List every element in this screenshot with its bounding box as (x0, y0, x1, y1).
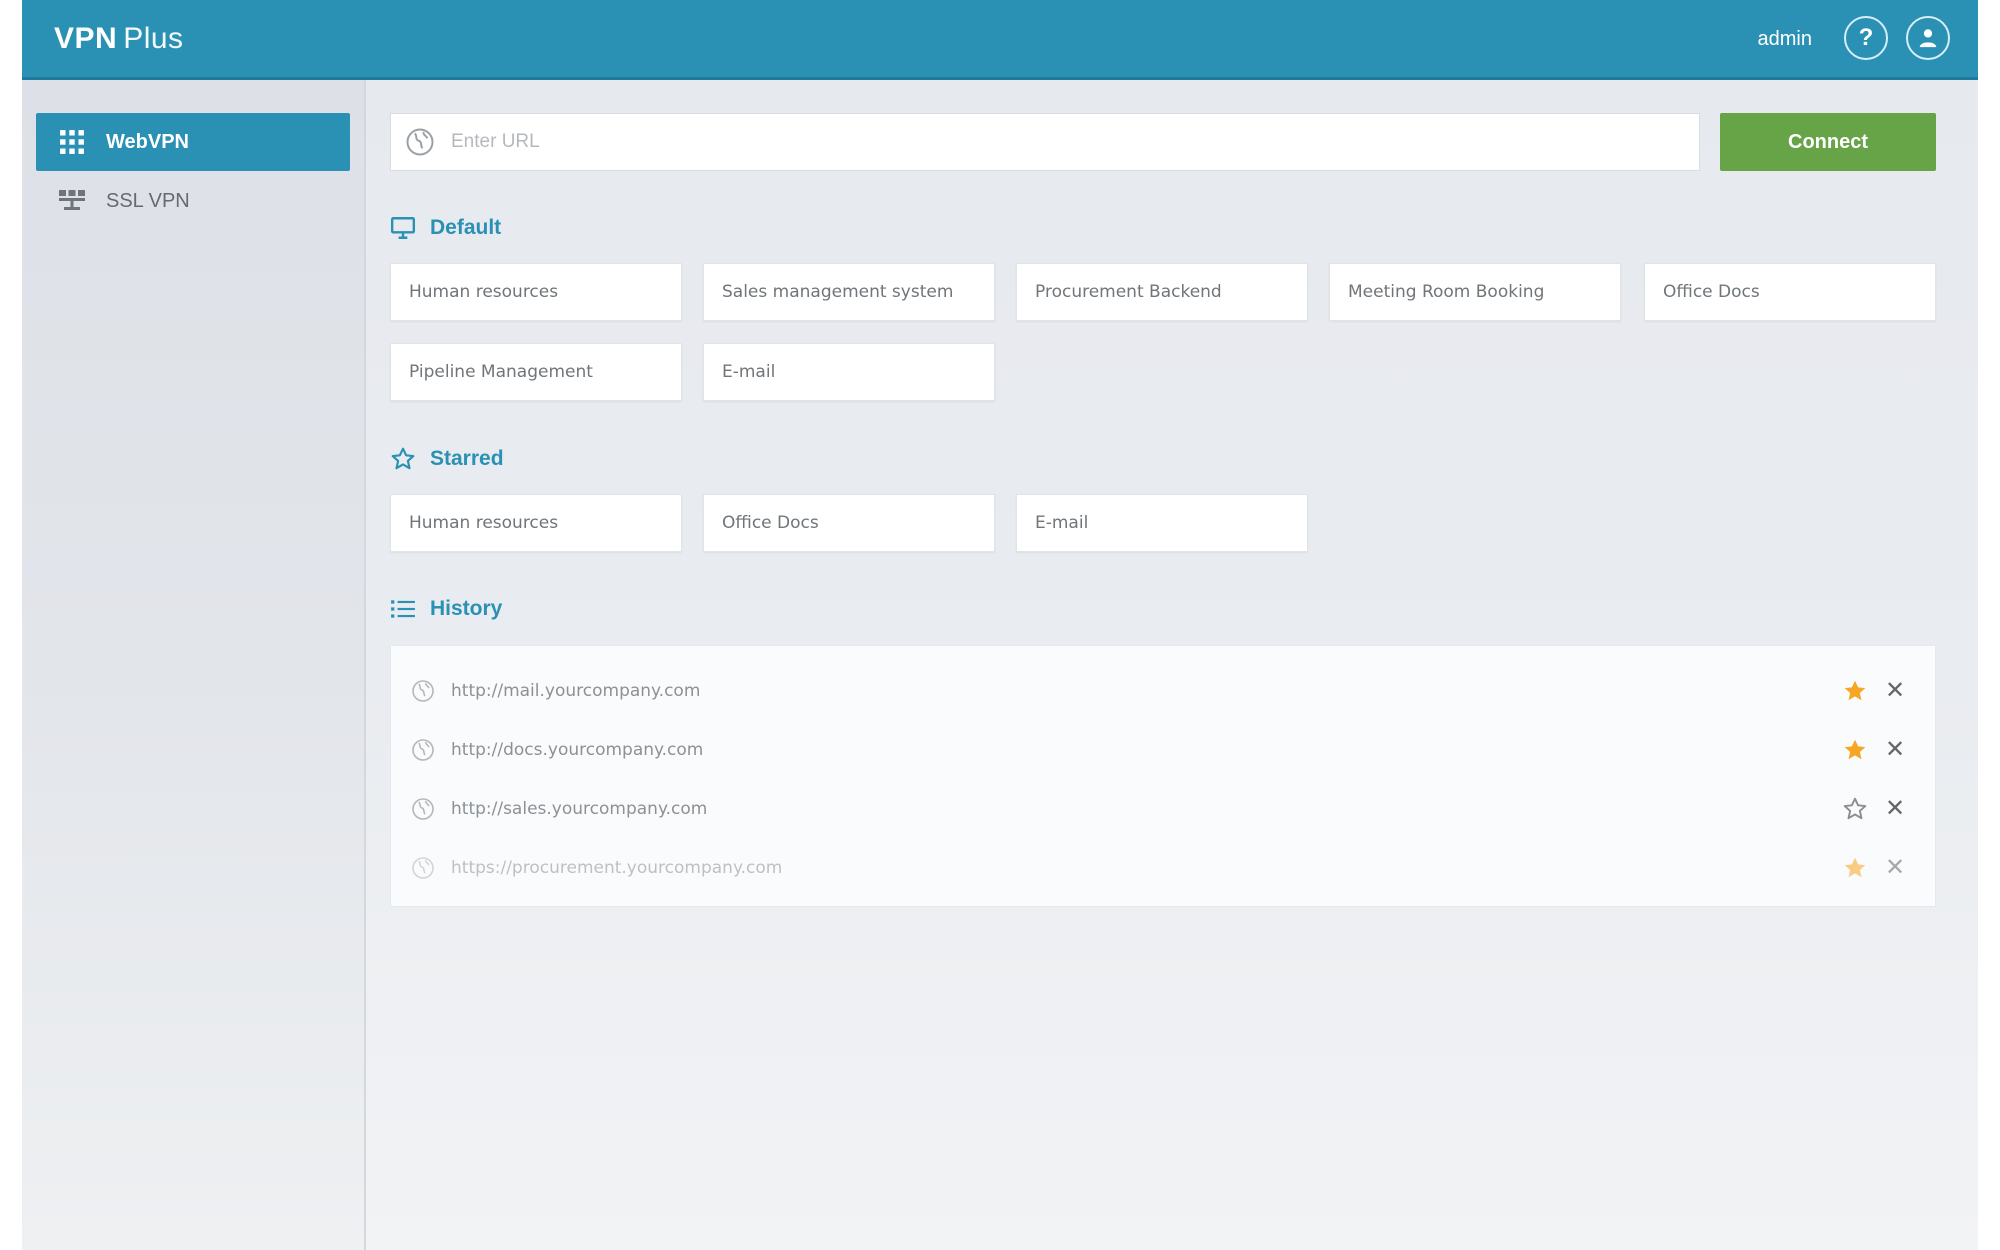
monitor-icon (390, 215, 416, 241)
help-button[interactable]: ? (1844, 16, 1888, 60)
connect-button[interactable]: Connect (1720, 113, 1936, 171)
history-row[interactable]: http://mail.yourcompany.com ✕ (391, 661, 1937, 720)
sidebar: WebVPN SSL VPN (22, 80, 366, 1250)
sidebar-item-webvpn[interactable]: WebVPN (36, 113, 350, 171)
profile-button[interactable] (1906, 16, 1950, 60)
bookmark-tile[interactable]: Office Docs (1644, 263, 1936, 321)
history-url[interactable]: https://procurement.yourcompany.com (451, 858, 782, 878)
section-title-starred: Starred (390, 446, 504, 472)
starred-tile[interactable]: Office Docs (703, 494, 995, 552)
history-url[interactable]: http://sales.yourcompany.com (451, 799, 707, 819)
section-title-default: Default (390, 215, 501, 241)
bookmark-tile[interactable]: Human resources (390, 263, 682, 321)
globe-icon (412, 738, 434, 761)
globe-icon (412, 679, 434, 702)
history-row[interactable]: https://procurement.yourcompany.com ✕ (391, 838, 1937, 897)
globe-icon (406, 128, 434, 156)
sidebar-item-label: SSL VPN (106, 189, 190, 212)
url-bar (390, 113, 1700, 171)
top-bar: VPN Plus admin ? (22, 0, 1978, 80)
starred-tile[interactable]: E-mail (1016, 494, 1308, 552)
star-filled-icon[interactable] (1841, 854, 1869, 882)
remove-icon[interactable]: ✕ (1883, 677, 1907, 704)
remove-icon[interactable]: ✕ (1883, 795, 1907, 822)
history-list: http://mail.yourcompany.com ✕ http://doc… (390, 645, 1936, 907)
bookmark-tile[interactable]: Procurement Backend (1016, 263, 1308, 321)
grid-icon (58, 128, 86, 156)
sidebar-item-ssl-vpn[interactable]: SSL VPN (36, 172, 350, 230)
bookmark-tile[interactable]: Pipeline Management (390, 343, 682, 401)
bookmark-tile[interactable]: Meeting Room Booking (1329, 263, 1621, 321)
section-label: History (430, 597, 503, 620)
section-label: Starred (430, 447, 504, 470)
starred-tile[interactable]: Human resources (390, 494, 682, 552)
user-icon (1919, 29, 1937, 48)
bookmark-tile[interactable]: Sales management system (703, 263, 995, 321)
history-row[interactable]: http://docs.yourcompany.com ✕ (391, 720, 1937, 779)
history-row[interactable]: http://sales.yourcompany.com ✕ (391, 779, 1937, 838)
bookmark-tile[interactable]: E-mail (703, 343, 995, 401)
history-url[interactable]: http://docs.yourcompany.com (451, 740, 703, 760)
star-filled-icon[interactable] (1841, 736, 1869, 764)
globe-icon (412, 856, 434, 879)
remove-icon[interactable]: ✕ (1883, 736, 1907, 763)
brand-bold: VPN (54, 22, 118, 55)
list-icon (390, 596, 416, 622)
user-name[interactable]: admin (1758, 28, 1812, 51)
help-icon: ? (1858, 24, 1874, 51)
history-url[interactable]: http://mail.yourcompany.com (451, 681, 700, 701)
star-outline-icon (390, 446, 416, 472)
globe-icon (412, 797, 434, 820)
section-title-history: History (390, 596, 502, 622)
network-icon (58, 187, 86, 215)
section-label: Default (430, 216, 502, 239)
star-filled-icon[interactable] (1841, 677, 1869, 705)
brand-logo: VPN Plus (54, 22, 184, 56)
sidebar-item-label: WebVPN (106, 130, 189, 153)
remove-icon[interactable]: ✕ (1883, 854, 1907, 881)
brand-light: Plus (123, 22, 184, 55)
app-window: VPN Plus admin ? WebVPN SSL VPN Enter UR… (22, 0, 1978, 1250)
url-input[interactable] (449, 130, 1653, 154)
star-outline-icon[interactable] (1841, 795, 1869, 823)
